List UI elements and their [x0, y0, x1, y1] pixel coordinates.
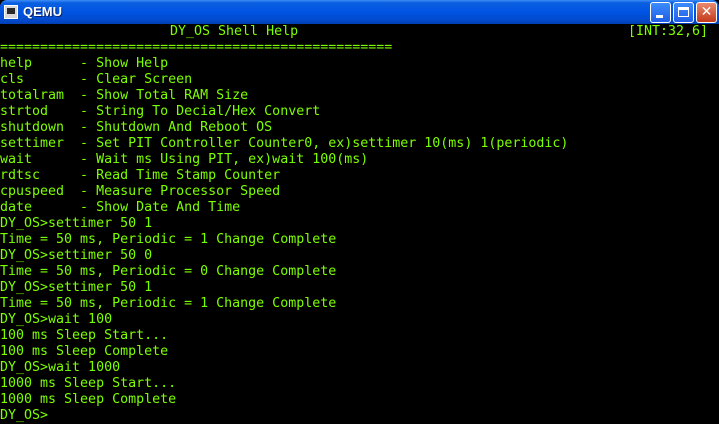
- maximize-icon: [674, 3, 693, 22]
- interrupt-indicator: [INT:32,6]: [628, 24, 709, 39]
- help-line: settimer - Set PIT Controller Counter0, …: [0, 136, 569, 151]
- help-line: strtod - String To Decial/Hex Convert: [0, 104, 321, 119]
- help-line: rdtsc - Read Time Stamp Counter: [0, 168, 281, 183]
- shell-output-line: Time = 50 ms, Periodic = 1 Change Comple…: [0, 232, 337, 247]
- shell-output-line: 1000 ms Sleep Start...: [0, 376, 177, 391]
- shell-help-title: DY_OS Shell Help: [170, 24, 299, 39]
- shell-output-line: Time = 50 ms, Periodic = 1 Change Comple…: [0, 296, 337, 311]
- minimize-icon: [651, 3, 670, 22]
- window-title: QEMU: [23, 4, 62, 19]
- maximize-button[interactable]: [673, 2, 694, 23]
- close-button[interactable]: ✕: [696, 2, 717, 23]
- shell-output-line: 100 ms Sleep Complete: [0, 344, 169, 359]
- help-line: cls - Clear Screen: [0, 72, 193, 87]
- console-screen[interactable]: DY_OS Shell Help [INT:32,6] ============…: [0, 24, 719, 424]
- help-line: date - Show Date And Time: [0, 200, 241, 215]
- shell-command-line: DY_OS>wait 100: [0, 312, 113, 327]
- shell-command-line: DY_OS>settimer 50 1: [0, 216, 153, 231]
- shell-output-line: 1000 ms Sleep Complete: [0, 392, 177, 407]
- shell-command-line: DY_OS>settimer 50 1: [0, 280, 153, 295]
- help-line: shutdown - Shutdown And Reboot OS: [0, 120, 273, 135]
- shell-output-line: 100 ms Sleep Start...: [0, 328, 169, 343]
- shell-command-line: DY_OS>settimer 50 0: [0, 248, 153, 263]
- shell-prompt[interactable]: DY_OS>: [0, 408, 48, 424]
- help-line: help - Show Help: [0, 56, 169, 71]
- shell-command-line: DY_OS>wait 1000: [0, 360, 121, 375]
- minimize-button[interactable]: [650, 2, 671, 23]
- window-titlebar[interactable]: QEMU ✕: [0, 0, 719, 24]
- header-separator: ========================================…: [0, 40, 393, 55]
- help-line: totalram - Show Total RAM Size: [0, 88, 249, 103]
- help-line: wait - Wait ms Using PIT, ex)wait 100(ms…: [0, 152, 369, 167]
- shell-output-line: Time = 50 ms, Periodic = 0 Change Comple…: [0, 264, 337, 279]
- qemu-app-icon[interactable]: [4, 5, 18, 19]
- help-line: cpuspeed - Measure Processor Speed: [0, 184, 281, 199]
- close-icon: ✕: [700, 4, 713, 20]
